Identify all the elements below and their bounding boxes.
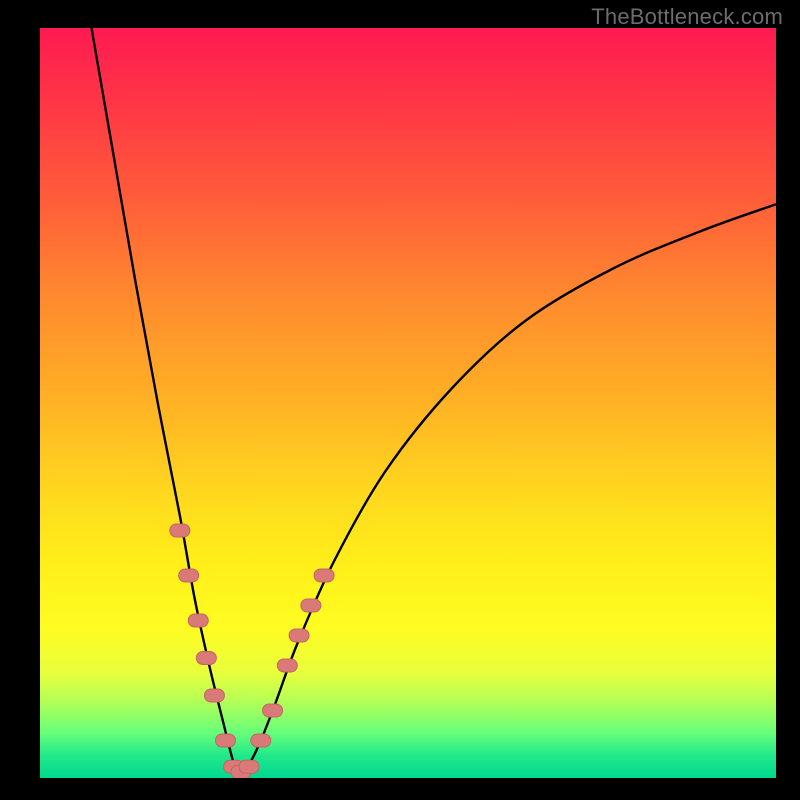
marker-point [301,599,321,612]
curve-right-branch [239,204,776,774]
marker-point [215,734,235,747]
marker-point [170,524,190,537]
chart-frame: TheBottleneck.com [0,0,800,800]
marker-point [204,689,224,702]
watermark-text: TheBottleneck.com [591,4,783,30]
marker-point [251,734,271,747]
marker-point [263,704,283,717]
marker-point [277,659,297,672]
marker-point [179,569,199,582]
marker-point [188,614,208,627]
trough-markers [170,524,334,778]
marker-point [239,760,259,773]
plot-area [40,28,776,778]
curve-left-branch [92,28,239,774]
curve-layer [40,28,776,778]
marker-point [314,569,334,582]
marker-point [196,652,216,665]
marker-point [289,629,309,642]
